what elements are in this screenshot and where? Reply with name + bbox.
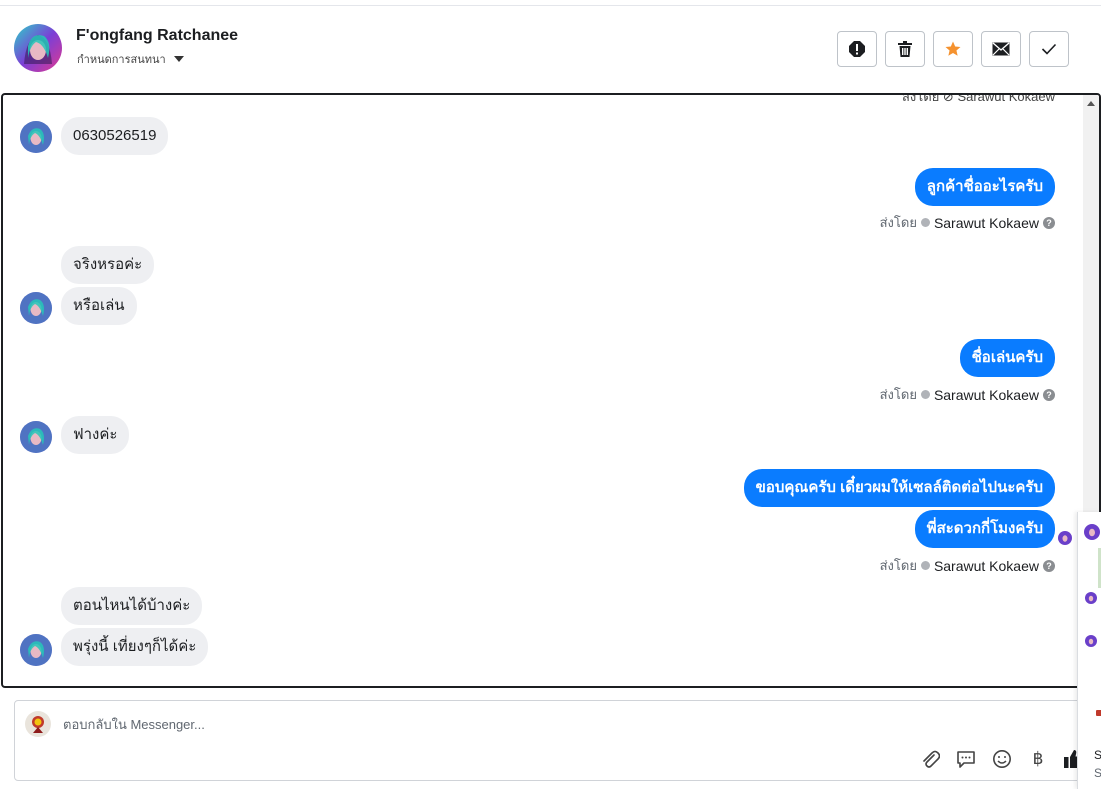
sent-by-label: ส่งโดย (879, 215, 917, 230)
contact-avatar-small (20, 421, 52, 453)
incoming-message: จริงหรอค่ะ (61, 246, 155, 284)
incoming-message: 0630526519 (61, 117, 169, 155)
outgoing-message: ลูกค้าชื่ออะไรครับ (914, 168, 1055, 206)
composer-tools: ฿ (919, 748, 1085, 770)
sent-by-row: ส่งโดย Sarawut Kokaew ? (880, 212, 1055, 233)
outgoing-message: พี่สะดวกกี่โมงครับ (914, 510, 1055, 548)
page-icon (1096, 710, 1101, 716)
contact-avatar-small (20, 292, 52, 324)
star-icon (945, 41, 961, 56)
reply-composer: ฿ (14, 700, 1086, 781)
page-avatar (25, 711, 51, 737)
emoji-button[interactable] (991, 748, 1013, 770)
incoming-message: พรุ่งนี้ เที่ยงๆก็ได้ค่ะ (61, 628, 209, 666)
conversation-header: F'ongfang Ratchanee กำหนดการสนทนา (0, 6, 1101, 94)
agent-name: Sarawut Kokaew (933, 557, 1039, 574)
star-button[interactable] (933, 31, 973, 67)
exclamation-icon (849, 41, 865, 57)
incoming-message: ตอนไหนได้บ้างค่ะ (61, 587, 203, 625)
assign-conversation-dropdown[interactable]: กำหนดการสนทนา (77, 50, 184, 68)
status-dot-icon (920, 218, 930, 227)
sent-by-row: ส่งโดย Sarawut Kokaew ? (880, 555, 1055, 576)
messenger-inbox: F'ongfang Ratchanee กำหนดการสนทนา ส่งโดย… (0, 0, 1101, 789)
mark-unread-button[interactable] (981, 31, 1021, 67)
smiley-icon (993, 750, 1011, 768)
spam-button[interactable] (837, 31, 877, 67)
agent-name: Sarawut Kokaew (933, 386, 1039, 403)
envelope-icon (992, 42, 1010, 56)
contact-avatar-tiny (1084, 524, 1100, 540)
outgoing-message: ชื่อเล่นครับ (959, 339, 1055, 377)
trash-icon (898, 41, 912, 57)
contact-avatar-tiny (1085, 635, 1097, 647)
baht-icon: ฿ (1032, 749, 1044, 769)
delete-button[interactable] (885, 31, 925, 67)
message-thread[interactable]: ส่งโดย ⊘ Sarawut Kokaew 0630526519 ลูกค้… (1, 93, 1101, 688)
help-icon[interactable]: ? (1043, 388, 1055, 401)
contact-avatar-tiny (1085, 592, 1097, 604)
assign-label: กำหนดการสนทนา (77, 54, 166, 66)
payment-button[interactable]: ฿ (1027, 748, 1049, 770)
attach-button[interactable] (919, 748, 941, 770)
caret-down-icon (173, 56, 184, 62)
side-item-text: S (1094, 748, 1101, 762)
seen-avatar-icon (1058, 531, 1072, 545)
help-icon[interactable]: ? (1043, 216, 1055, 229)
mark-done-button[interactable] (1029, 31, 1069, 67)
side-panel-sliver: S S (1077, 512, 1101, 789)
check-icon (1041, 43, 1057, 55)
sent-by-label: ส่งโดย (879, 558, 917, 573)
clipped-sent-by: ส่งโดย ⊘ Sarawut Kokaew (902, 93, 1055, 104)
sent-by-row: ส่งโดย Sarawut Kokaew ? (880, 384, 1055, 405)
contact-avatar[interactable] (14, 24, 62, 72)
contact-name: F'ongfang Ratchanee (76, 27, 239, 44)
incoming-message: ฟางค่ะ (61, 416, 130, 454)
status-dot-icon (920, 561, 930, 570)
paperclip-icon (923, 750, 940, 768)
scroll-up-arrow-icon[interactable] (1087, 101, 1095, 106)
sent-by-label: ส่งโดย (879, 387, 917, 402)
side-item-text: S (1094, 766, 1101, 780)
status-dot-icon (920, 390, 930, 399)
reply-input[interactable] (63, 713, 763, 735)
saved-replies-button[interactable] (955, 748, 977, 770)
contact-avatar-small (20, 121, 52, 153)
outgoing-message: ขอบคุณครับ เดี๋ยวผมให้เซลล์ติดต่อไปนะครั… (743, 469, 1055, 507)
chat-bubble-icon (957, 751, 975, 768)
contact-avatar-small (20, 634, 52, 666)
incoming-message: หรือเล่น (61, 287, 137, 325)
agent-name: Sarawut Kokaew (933, 214, 1039, 231)
header-actions (837, 31, 1069, 67)
help-icon[interactable]: ? (1043, 559, 1055, 572)
